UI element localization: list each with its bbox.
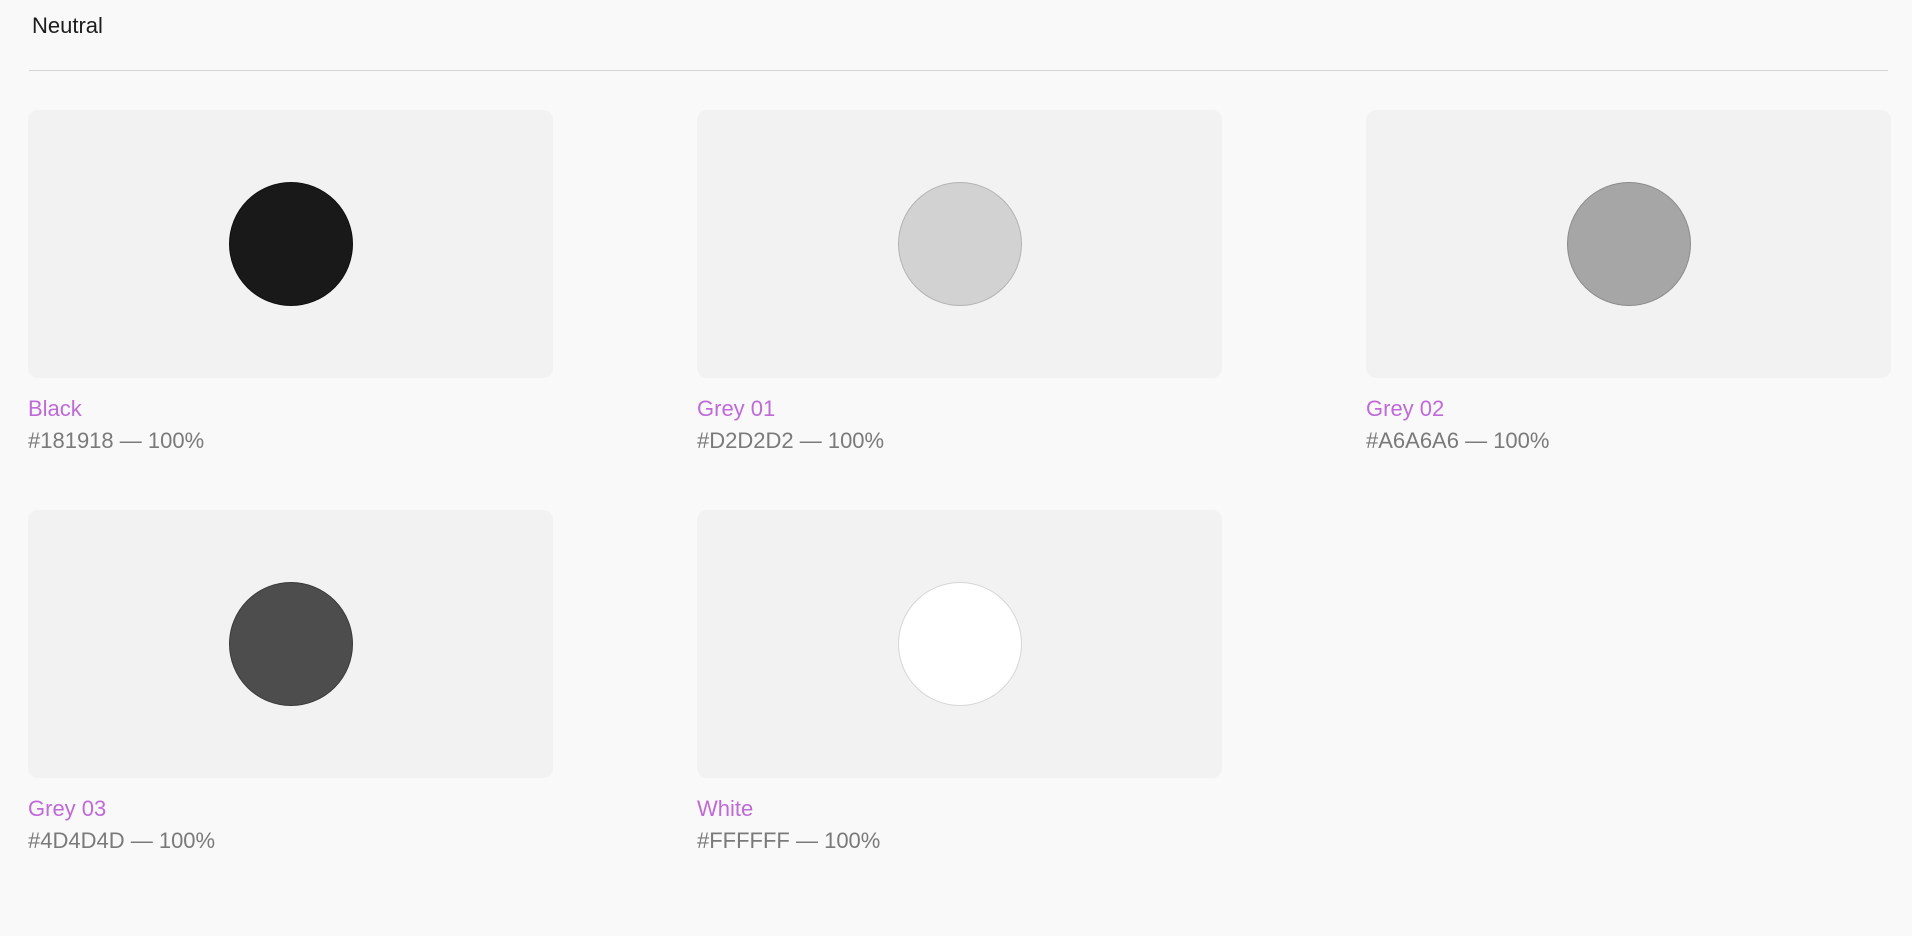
swatch-grey-01[interactable]: Grey 01 #D2D2D2 — 100% <box>697 110 1222 455</box>
color-circle <box>897 582 1022 706</box>
swatch-name: Grey 03 <box>28 796 107 821</box>
swatch-name: Grey 02 <box>1366 396 1445 421</box>
swatch-grey-03[interactable]: Grey 03 #4D4D4D — 100% <box>28 510 553 855</box>
swatch-value: #FFFFFF — 100% <box>697 828 881 853</box>
swatch-value: #D2D2D2 — 100% <box>697 428 885 453</box>
swatch-value: #4D4D4D — 100% <box>28 828 216 853</box>
swatch-name: Black <box>28 396 82 421</box>
color-circle <box>1566 182 1691 306</box>
swatch-value: #A6A6A6 — 100% <box>1366 428 1550 453</box>
section-title: Neutral <box>32 13 103 38</box>
swatch-white[interactable]: White #FFFFFF — 100% <box>697 510 1222 855</box>
section-divider <box>29 70 1888 71</box>
swatch-name: Grey 01 <box>697 396 776 421</box>
color-circle <box>897 182 1022 306</box>
swatch-card <box>1366 110 1891 378</box>
swatch-name: White <box>697 796 754 821</box>
swatch-card <box>28 510 553 778</box>
swatch-card <box>697 510 1222 778</box>
color-circle <box>228 582 353 706</box>
swatch-value: #181918 — 100% <box>28 428 205 453</box>
swatch-black[interactable]: Black #181918 — 100% <box>28 110 553 455</box>
swatch-card <box>697 110 1222 378</box>
swatch-card <box>28 110 553 378</box>
swatch-grey-02[interactable]: Grey 02 #A6A6A6 — 100% <box>1366 110 1891 455</box>
color-circle <box>228 182 353 306</box>
